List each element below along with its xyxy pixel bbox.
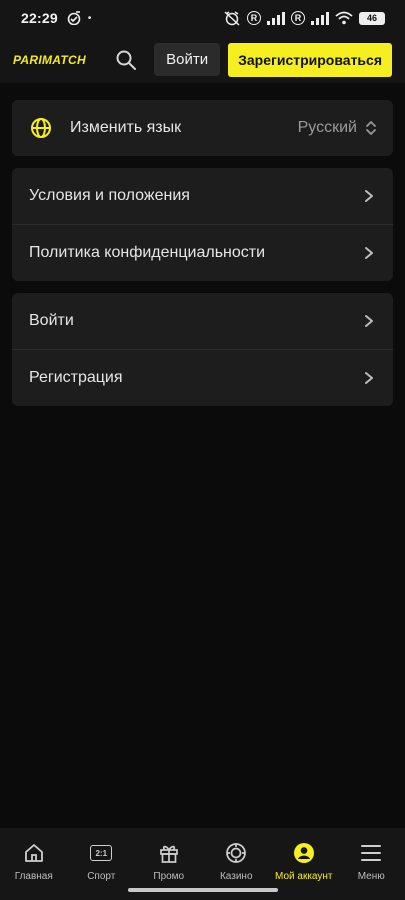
chevron-right-icon bbox=[361, 313, 377, 329]
change-language-row[interactable]: Изменить язык Русский bbox=[12, 100, 393, 156]
brand-logo[interactable]: PARIMATCH bbox=[13, 53, 97, 67]
signal-icon-2 bbox=[311, 11, 329, 25]
nav-sport[interactable]: 2:1 Спорт bbox=[68, 828, 136, 900]
nav-casino-label: Казино bbox=[219, 871, 253, 882]
chevron-right-icon bbox=[361, 370, 377, 386]
globe-icon bbox=[31, 118, 51, 138]
wifi-icon bbox=[335, 11, 353, 25]
login-button[interactable]: Войти bbox=[154, 43, 221, 76]
register-button[interactable]: Зарегистрироваться bbox=[228, 42, 392, 77]
battery-icon: 46 bbox=[359, 11, 385, 25]
search-button[interactable] bbox=[115, 48, 138, 72]
top-header: PARIMATCH Войти Зарегистрироваться bbox=[0, 36, 405, 83]
registration-row-label: Регистрация bbox=[29, 368, 123, 386]
login-row-label: Войти bbox=[29, 312, 74, 329]
home-indicator[interactable] bbox=[128, 888, 278, 892]
status-right: R R 46 bbox=[223, 10, 385, 26]
nav-menu[interactable]: Меню bbox=[338, 828, 405, 900]
nav-home-label: Главная bbox=[14, 871, 53, 882]
status-time: 22:29 bbox=[21, 10, 58, 26]
score-text: 2:1 bbox=[90, 845, 113, 861]
app-screen: 22:29 • R R 46 PARIMATCH Войти Зарегистр… bbox=[0, 0, 405, 900]
alarm-off-icon bbox=[223, 10, 241, 26]
roaming-icon: R bbox=[247, 11, 261, 25]
nav-menu-label: Меню bbox=[357, 871, 385, 882]
sort-chevrons-icon bbox=[366, 121, 376, 135]
auth-card: Войти Регистрация bbox=[12, 293, 393, 406]
terms-row[interactable]: Условия и положения bbox=[12, 168, 393, 224]
terms-label: Условия и положения bbox=[29, 187, 190, 204]
legal-card: Условия и положения Политика конфиденциа… bbox=[12, 168, 393, 281]
nav-sport-label: Спорт bbox=[87, 871, 116, 882]
gift-icon bbox=[157, 841, 181, 865]
search-icon bbox=[116, 50, 137, 70]
home-icon bbox=[22, 841, 46, 865]
chevron-right-icon bbox=[361, 188, 377, 204]
roaming-icon-2: R bbox=[291, 11, 305, 25]
login-row[interactable]: Войти bbox=[12, 293, 393, 349]
signal-icon bbox=[267, 11, 285, 25]
chip-icon bbox=[224, 841, 248, 865]
status-left: 22:29 • bbox=[21, 10, 91, 26]
menu-icon bbox=[359, 841, 383, 865]
account-icon bbox=[292, 841, 316, 865]
language-value: Русский bbox=[297, 119, 357, 136]
privacy-row[interactable]: Политика конфиденциальности bbox=[12, 224, 393, 280]
registration-row[interactable]: Регистрация bbox=[12, 349, 393, 405]
score-icon: 2:1 bbox=[89, 841, 113, 865]
nav-promo-label: Промо bbox=[153, 871, 185, 882]
nav-account[interactable]: Мой аккаунт bbox=[270, 828, 338, 900]
status-dot: • bbox=[87, 12, 92, 24]
nav-home[interactable]: Главная bbox=[0, 828, 68, 900]
chevron-right-icon bbox=[361, 245, 377, 261]
status-bar: 22:29 • R R 46 bbox=[0, 0, 405, 36]
app-notification-icon bbox=[66, 11, 82, 25]
language-card: Изменить язык Русский bbox=[12, 100, 393, 156]
privacy-label: Политика конфиденциальности bbox=[29, 243, 266, 261]
change-language-label: Изменить язык bbox=[70, 119, 182, 136]
nav-account-label: Мой аккаунт bbox=[275, 871, 333, 882]
